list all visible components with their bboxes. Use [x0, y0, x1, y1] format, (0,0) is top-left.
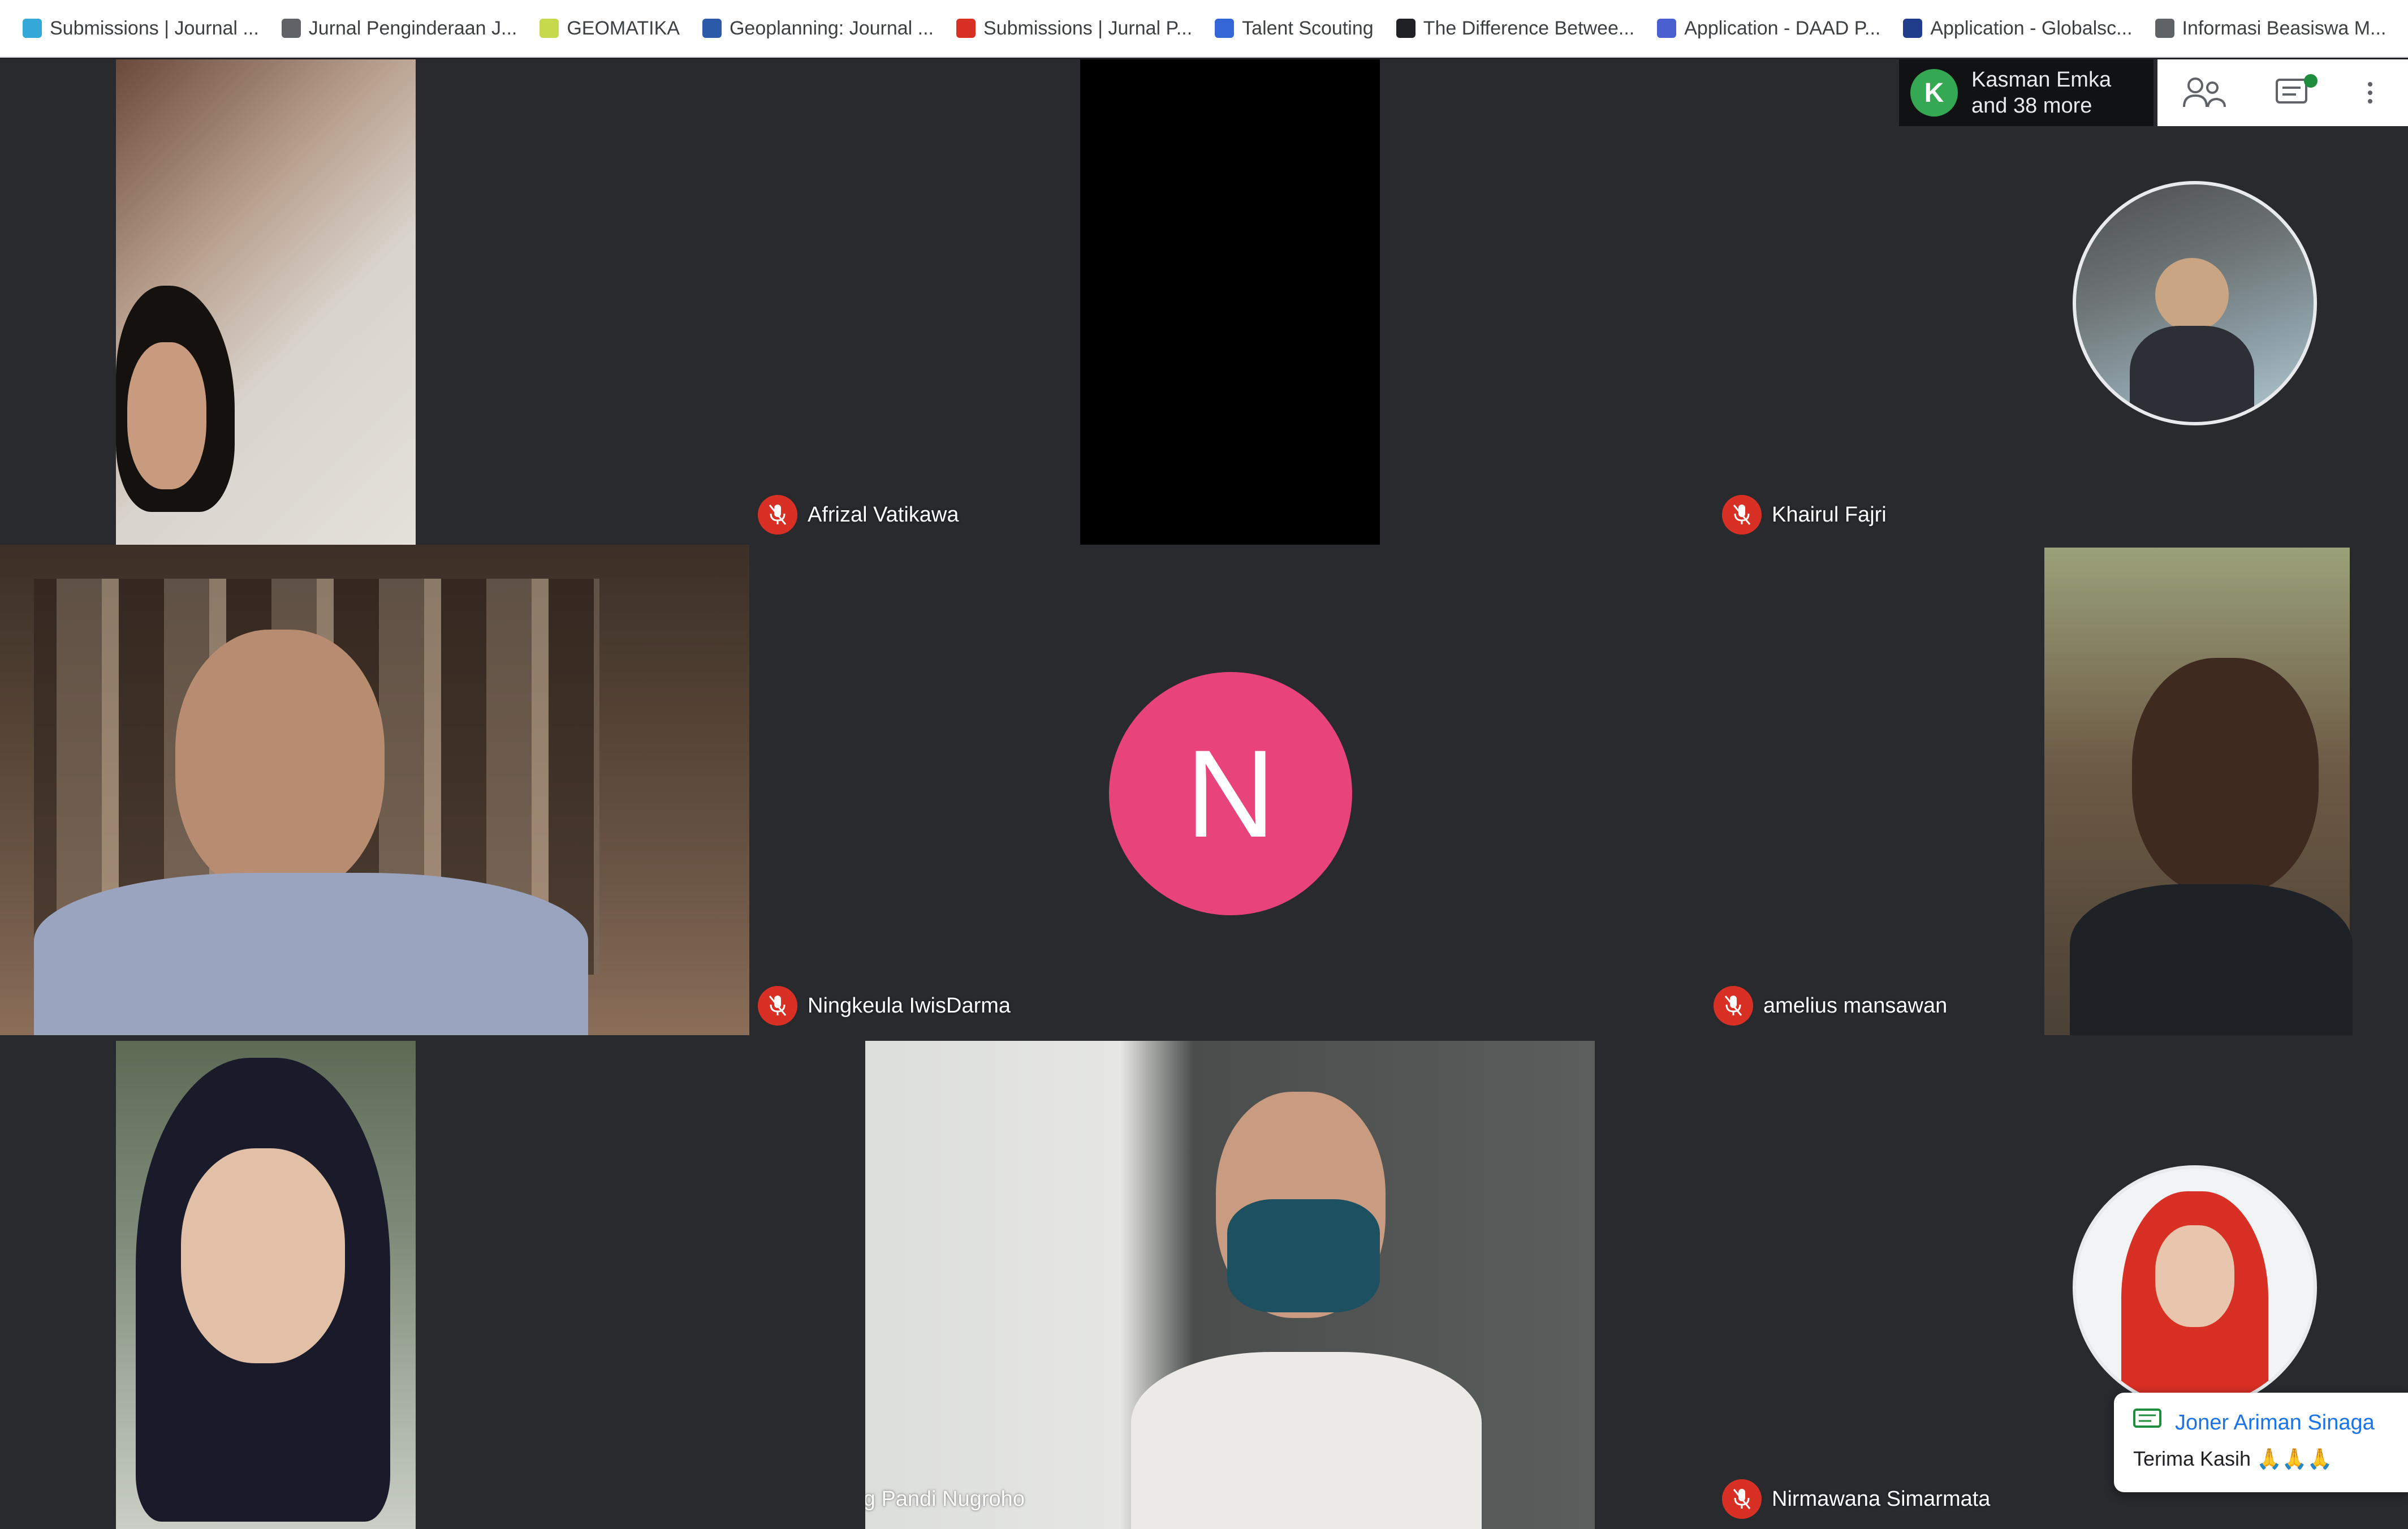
bookmark-item[interactable]: Jurnal Penginderaan J... — [281, 17, 517, 40]
bookmark-label: Application - Globalsc... — [1930, 17, 2133, 39]
bookmark-favicon-icon — [1396, 19, 1416, 38]
video-tile-afrizal[interactable]: Afrizal Vatikawa — [418, 59, 1080, 545]
mic-muted-icon — [1714, 986, 1753, 1026]
bookmark-favicon-icon — [540, 19, 559, 38]
bookmark-favicon-icon — [1657, 19, 1677, 38]
participant-name: Ningkeula IwisDarma — [808, 993, 1011, 1018]
mic-muted-icon — [1722, 495, 1762, 535]
bookmark-item[interactable]: Informasi Beasiswa M... — [2155, 17, 2387, 40]
video-tile-ningkeula-camera[interactable] — [0, 545, 749, 1035]
profile-photo-avatar — [2073, 181, 2317, 425]
bookmark-favicon-icon — [1215, 19, 1235, 38]
bookmark-item[interactable]: Application - DAAD P... — [1657, 18, 1880, 40]
participants-summary[interactable]: K Kasman Emka and 38 more — [1899, 59, 2154, 126]
mic-muted-icon — [758, 986, 797, 1026]
chat-author-name: Joner Ariman Sinaga — [2175, 1410, 2375, 1435]
chat-icon — [2133, 1409, 2161, 1437]
more-options-icon[interactable] — [2364, 73, 2387, 113]
bookmark-favicon-icon — [702, 19, 722, 38]
participant-name: Khairul Fajri — [1772, 502, 1887, 527]
person-face — [2132, 658, 2319, 895]
bookmark-label: Submissions | Journal ... — [50, 17, 259, 39]
chat-notification[interactable]: Joner Ariman Sinaga Terima Kasih 🙏🙏🙏 — [2114, 1393, 2408, 1492]
bookmark-item[interactable]: Geoplanning: Journal ... — [702, 18, 934, 40]
participant-name: amelius mansawan — [1763, 993, 1948, 1018]
bookmark-item[interactable]: Application - Globalsc... — [1903, 17, 2133, 40]
video-tile-ningkeula[interactable]: N Ningkeula IwisDarma — [749, 545, 1714, 1035]
chat-icon[interactable] — [2271, 73, 2322, 113]
chat-message: Terima Kasih 🙏🙏🙏 — [2133, 1447, 2333, 1470]
avatar: K — [1910, 69, 1958, 117]
bookmark-favicon-icon — [1903, 19, 1923, 38]
bookmark-label: The Difference Betwee... — [1423, 17, 1635, 39]
bookmark-favicon-icon — [2155, 19, 2174, 38]
mic-muted-icon — [1722, 1479, 1762, 1519]
video-tile-khairul[interactable]: Khairul Fajri — [1380, 59, 2408, 545]
profile-photo-avatar — [2073, 1165, 2317, 1410]
video-tile-unnamed-1[interactable] — [0, 59, 418, 545]
bookmark-label: Submissions | Jurnal P... — [983, 17, 1193, 39]
bookmark-label: Jurnal Penginderaan J... — [308, 17, 517, 39]
meeting-top-actions — [2157, 59, 2408, 126]
video-tile-dark[interactable] — [1080, 59, 1380, 545]
participant-name: Nirmawana Simarmata — [1772, 1487, 1991, 1511]
bookmark-label: Informasi Beasiswa M... — [2182, 17, 2387, 39]
bookmark-item[interactable]: GEOMATIKA — [540, 18, 680, 40]
person-face — [127, 342, 206, 489]
bookmark-label: Application - DAAD P... — [1684, 17, 1881, 39]
person-shirt — [34, 873, 588, 1035]
video-tile-amelius[interactable]: amelius mansawan — [1714, 545, 2408, 1035]
bookmark-favicon-icon — [23, 19, 42, 38]
bookmarks-bar: Submissions | Journal ... Jurnal Penginde… — [0, 0, 2408, 58]
person-face — [175, 630, 385, 895]
participants-summary-count: and 38 more — [1971, 94, 2092, 118]
bookmark-item[interactable]: Submissions | Jurnal P... — [956, 18, 1192, 40]
bookmark-favicon-icon — [281, 19, 301, 38]
person-shirt — [1131, 1352, 1482, 1529]
participants-summary-name: Kasman Emka — [1971, 68, 2112, 92]
bookmark-item[interactable]: Talent Scouting — [1215, 18, 1374, 40]
bookmark-item[interactable]: Submissions | Journal ... — [23, 18, 259, 40]
bookmark-item[interactable]: The Difference Betwee... — [1396, 17, 1635, 40]
person-shirt — [2070, 884, 2353, 1035]
person-face — [181, 1148, 345, 1363]
bookmark-label: Talent Scouting — [1242, 17, 1374, 39]
participant-name: Agung Pandi Nugroho — [865, 1487, 1025, 1511]
participants-icon[interactable] — [2178, 73, 2229, 113]
bookmark-favicon-icon — [956, 19, 976, 38]
face-mask — [1227, 1199, 1380, 1312]
participant-name: Afrizal Vatikawa — [808, 502, 959, 527]
mic-muted-icon — [758, 495, 797, 535]
avatar-letter-circle: N — [1109, 672, 1352, 915]
video-tile-agung[interactable]: Agung Pandi Nugroho — [865, 1035, 1595, 1529]
bookmark-label: GEOMATIKA — [567, 17, 680, 39]
bookmark-label: Geoplanning: Journal ... — [729, 17, 934, 39]
video-tile-unnamed-2[interactable] — [0, 1035, 865, 1529]
